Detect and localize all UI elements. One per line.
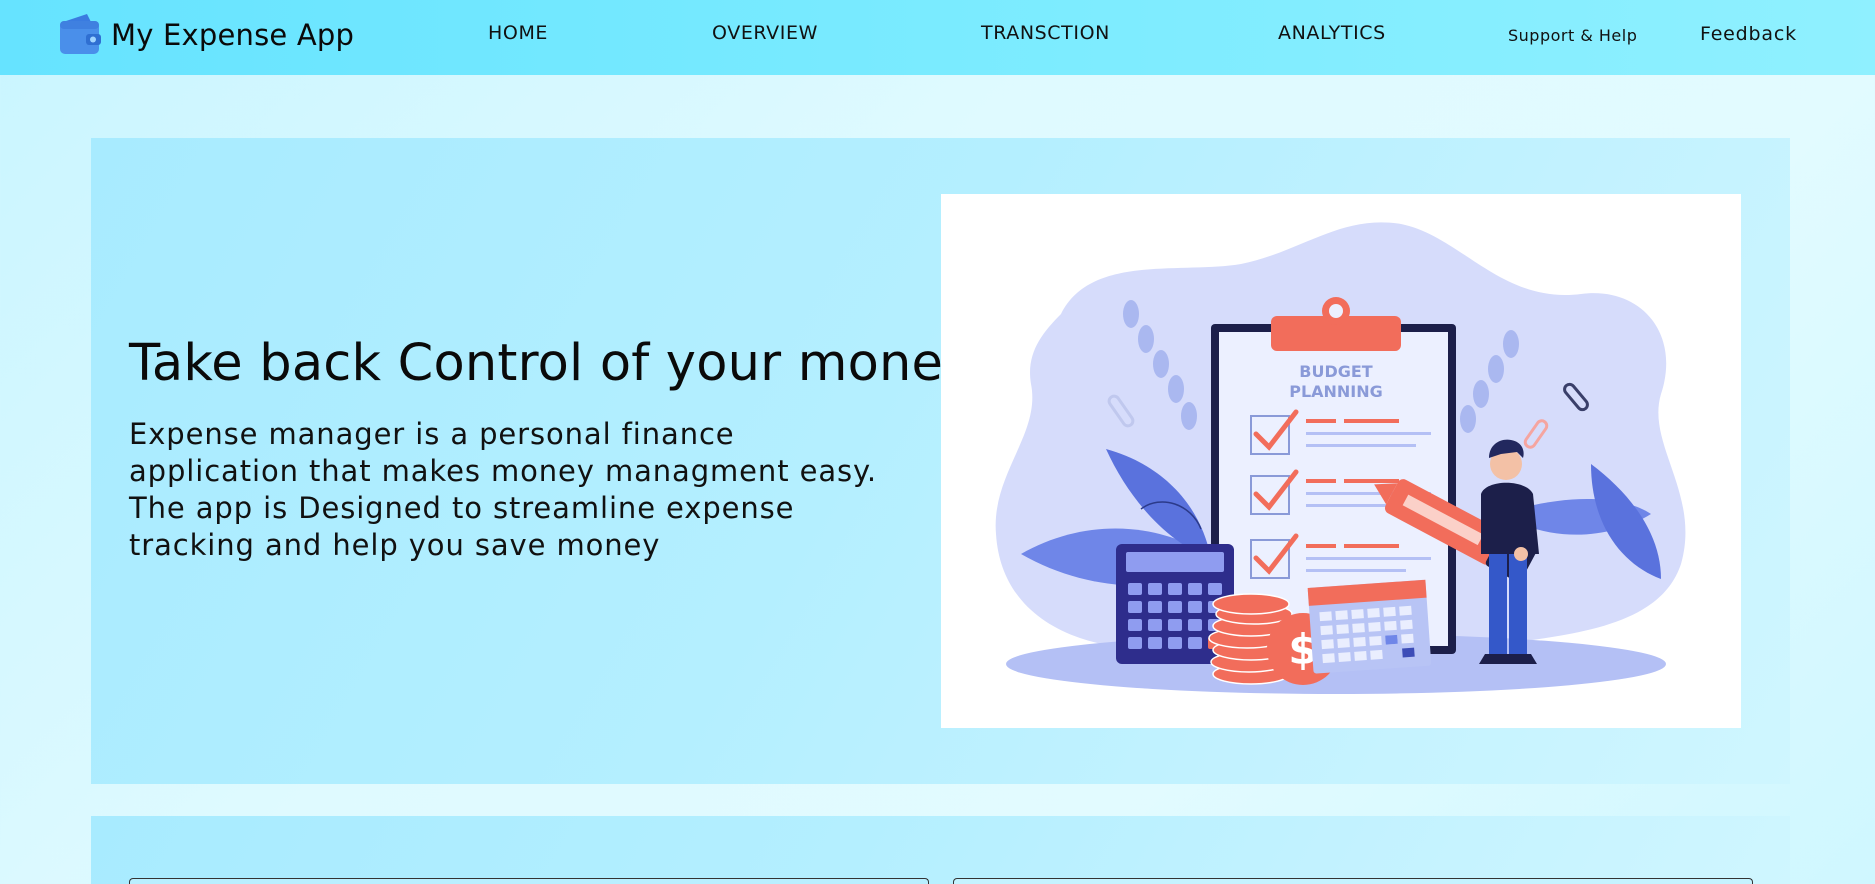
- nav-analytics-link[interactable]: ANALYTICS: [1278, 22, 1386, 44]
- app-title: My Expense App: [111, 18, 355, 52]
- wallet-icon: [60, 14, 101, 54]
- brand[interactable]: My Expense App: [57, 12, 354, 58]
- hero-title: Take back Control of your money: [129, 334, 974, 393]
- hero-description: Expense manager is a personal finance ap…: [129, 417, 878, 562]
- nav-overview-link[interactable]: OVERVIEW: [712, 22, 818, 44]
- nav-home-link[interactable]: HOME: [488, 22, 548, 44]
- summary-card-right: [953, 878, 1753, 884]
- budget-planning-illustration: BUDGET PLANNING $: [995, 222, 1686, 694]
- hero-section: Take back Control of your money Expense …: [91, 138, 1790, 784]
- top-navbar: My Expense App HOME OVERVIEW TRANSCTION …: [0, 0, 1875, 75]
- summary-card-left: [129, 878, 929, 884]
- nav-feedback-link[interactable]: Feedback: [1700, 23, 1797, 45]
- nav-transaction-link[interactable]: TRANSCTION: [981, 22, 1110, 44]
- nav-support-link[interactable]: Support & Help: [1508, 26, 1637, 45]
- summary-section: [91, 816, 1790, 884]
- clipboard-text-budget: BUDGET: [1299, 362, 1373, 381]
- clipboard-text-planning: PLANNING: [1289, 382, 1383, 401]
- hero-image: BUDGET PLANNING $: [941, 194, 1741, 728]
